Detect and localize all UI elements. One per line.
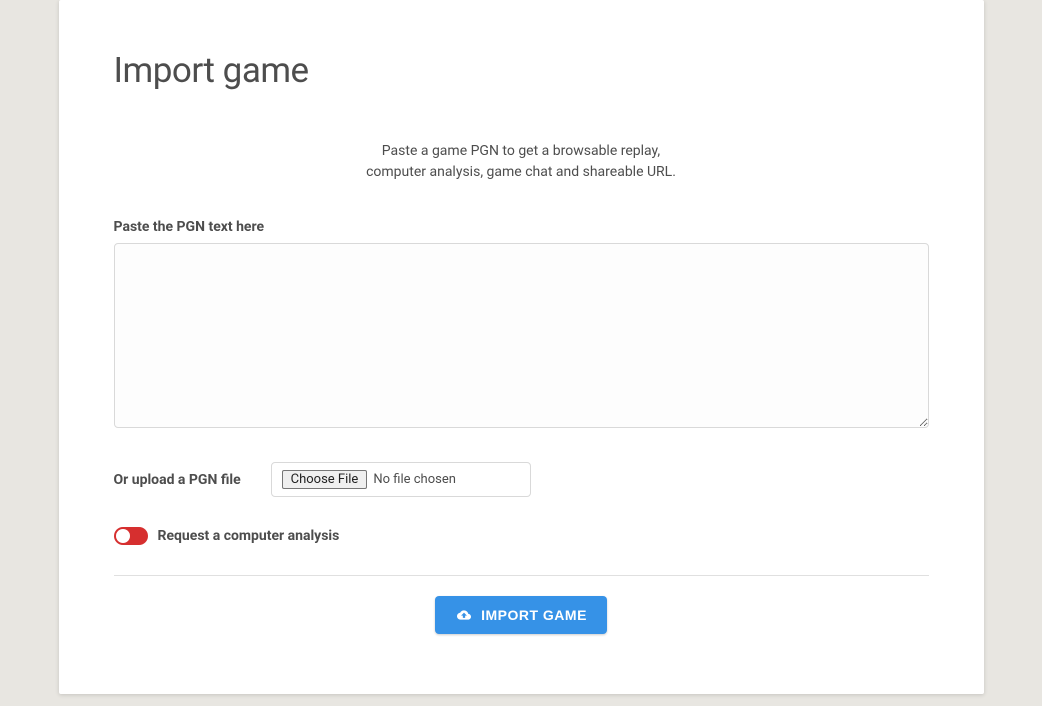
import-game-card: Import game Paste a game PGN to get a br… <box>59 0 984 694</box>
pgn-text-row: Paste the PGN text here <box>114 219 929 432</box>
divider <box>114 575 929 576</box>
pgn-text-input[interactable] <box>114 243 929 428</box>
analysis-toggle-label: Request a computer analysis <box>158 528 340 544</box>
pgn-text-label: Paste the PGN text here <box>114 219 929 235</box>
analysis-toggle[interactable] <box>114 527 148 545</box>
import-game-button-label: IMPORT GAME <box>481 607 587 623</box>
file-input-box[interactable]: Choose File No file chosen <box>271 462 531 497</box>
cloud-upload-icon <box>455 608 473 622</box>
intro-text: Paste a game PGN to get a browsable repl… <box>114 141 929 183</box>
import-game-button[interactable]: IMPORT GAME <box>435 596 607 634</box>
intro-line-2: computer analysis, game chat and shareab… <box>114 162 929 183</box>
submit-row: IMPORT GAME <box>114 596 929 634</box>
toggle-knob <box>116 529 130 543</box>
choose-file-button[interactable]: Choose File <box>282 470 368 489</box>
intro-line-1: Paste a game PGN to get a browsable repl… <box>114 141 929 162</box>
file-chosen-status: No file chosen <box>373 472 456 487</box>
analysis-toggle-row: Request a computer analysis <box>114 527 929 545</box>
page-title: Import game <box>114 50 929 91</box>
upload-label: Or upload a PGN file <box>114 472 241 488</box>
upload-row: Or upload a PGN file Choose File No file… <box>114 462 929 497</box>
